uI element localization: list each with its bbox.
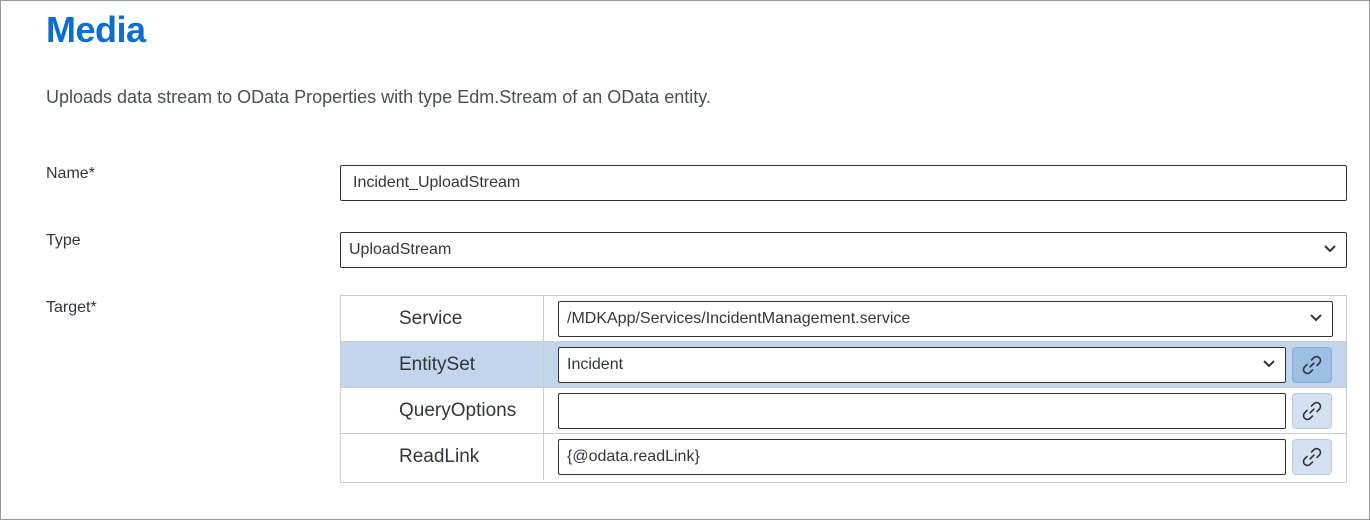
queryoptions-label: QueryOptions [341,388,544,433]
target-row-queryoptions: QueryOptions [341,388,1346,434]
target-row-entityset[interactable]: EntitySet Incident [341,342,1346,388]
chevron-down-icon [1263,360,1275,368]
target-row-service: Service /MDKApp/Services/IncidentManagem… [341,296,1346,342]
entityset-select[interactable]: Incident [558,347,1286,383]
entityset-link-button[interactable] [1292,347,1332,383]
link-icon [1302,355,1322,375]
readlink-label: ReadLink [341,434,544,480]
entityset-select-value: Incident [567,356,624,373]
type-label: Type [46,232,81,249]
target-table: Service /MDKApp/Services/IncidentManagem… [340,295,1347,483]
page-title: Media [46,9,146,50]
service-select-value: /MDKApp/Services/IncidentManagement.serv… [567,310,911,327]
link-icon [1302,401,1322,421]
name-input[interactable] [340,165,1347,201]
queryoptions-input[interactable] [558,393,1286,429]
service-label: Service [341,296,544,341]
type-select-value: UploadStream [349,241,452,258]
chevron-down-icon [1310,314,1322,322]
readlink-input-value: {@odata.readLink} [567,448,700,465]
readlink-link-button[interactable] [1292,439,1332,475]
target-row-readlink: ReadLink {@odata.readLink} [341,434,1346,480]
name-label: Name* [46,165,95,182]
service-select[interactable]: /MDKApp/Services/IncidentManagement.serv… [558,301,1333,337]
queryoptions-link-button[interactable] [1292,393,1332,429]
readlink-input[interactable]: {@odata.readLink} [558,439,1286,475]
target-label: Target* [46,299,97,316]
link-icon [1302,447,1322,467]
media-action-editor: Media Uploads data stream to OData Prope… [0,0,1370,520]
entityset-label: EntitySet [341,342,544,387]
type-select[interactable]: UploadStream [340,232,1347,268]
chevron-down-icon [1324,245,1336,253]
page-description: Uploads data stream to OData Properties … [46,87,711,107]
